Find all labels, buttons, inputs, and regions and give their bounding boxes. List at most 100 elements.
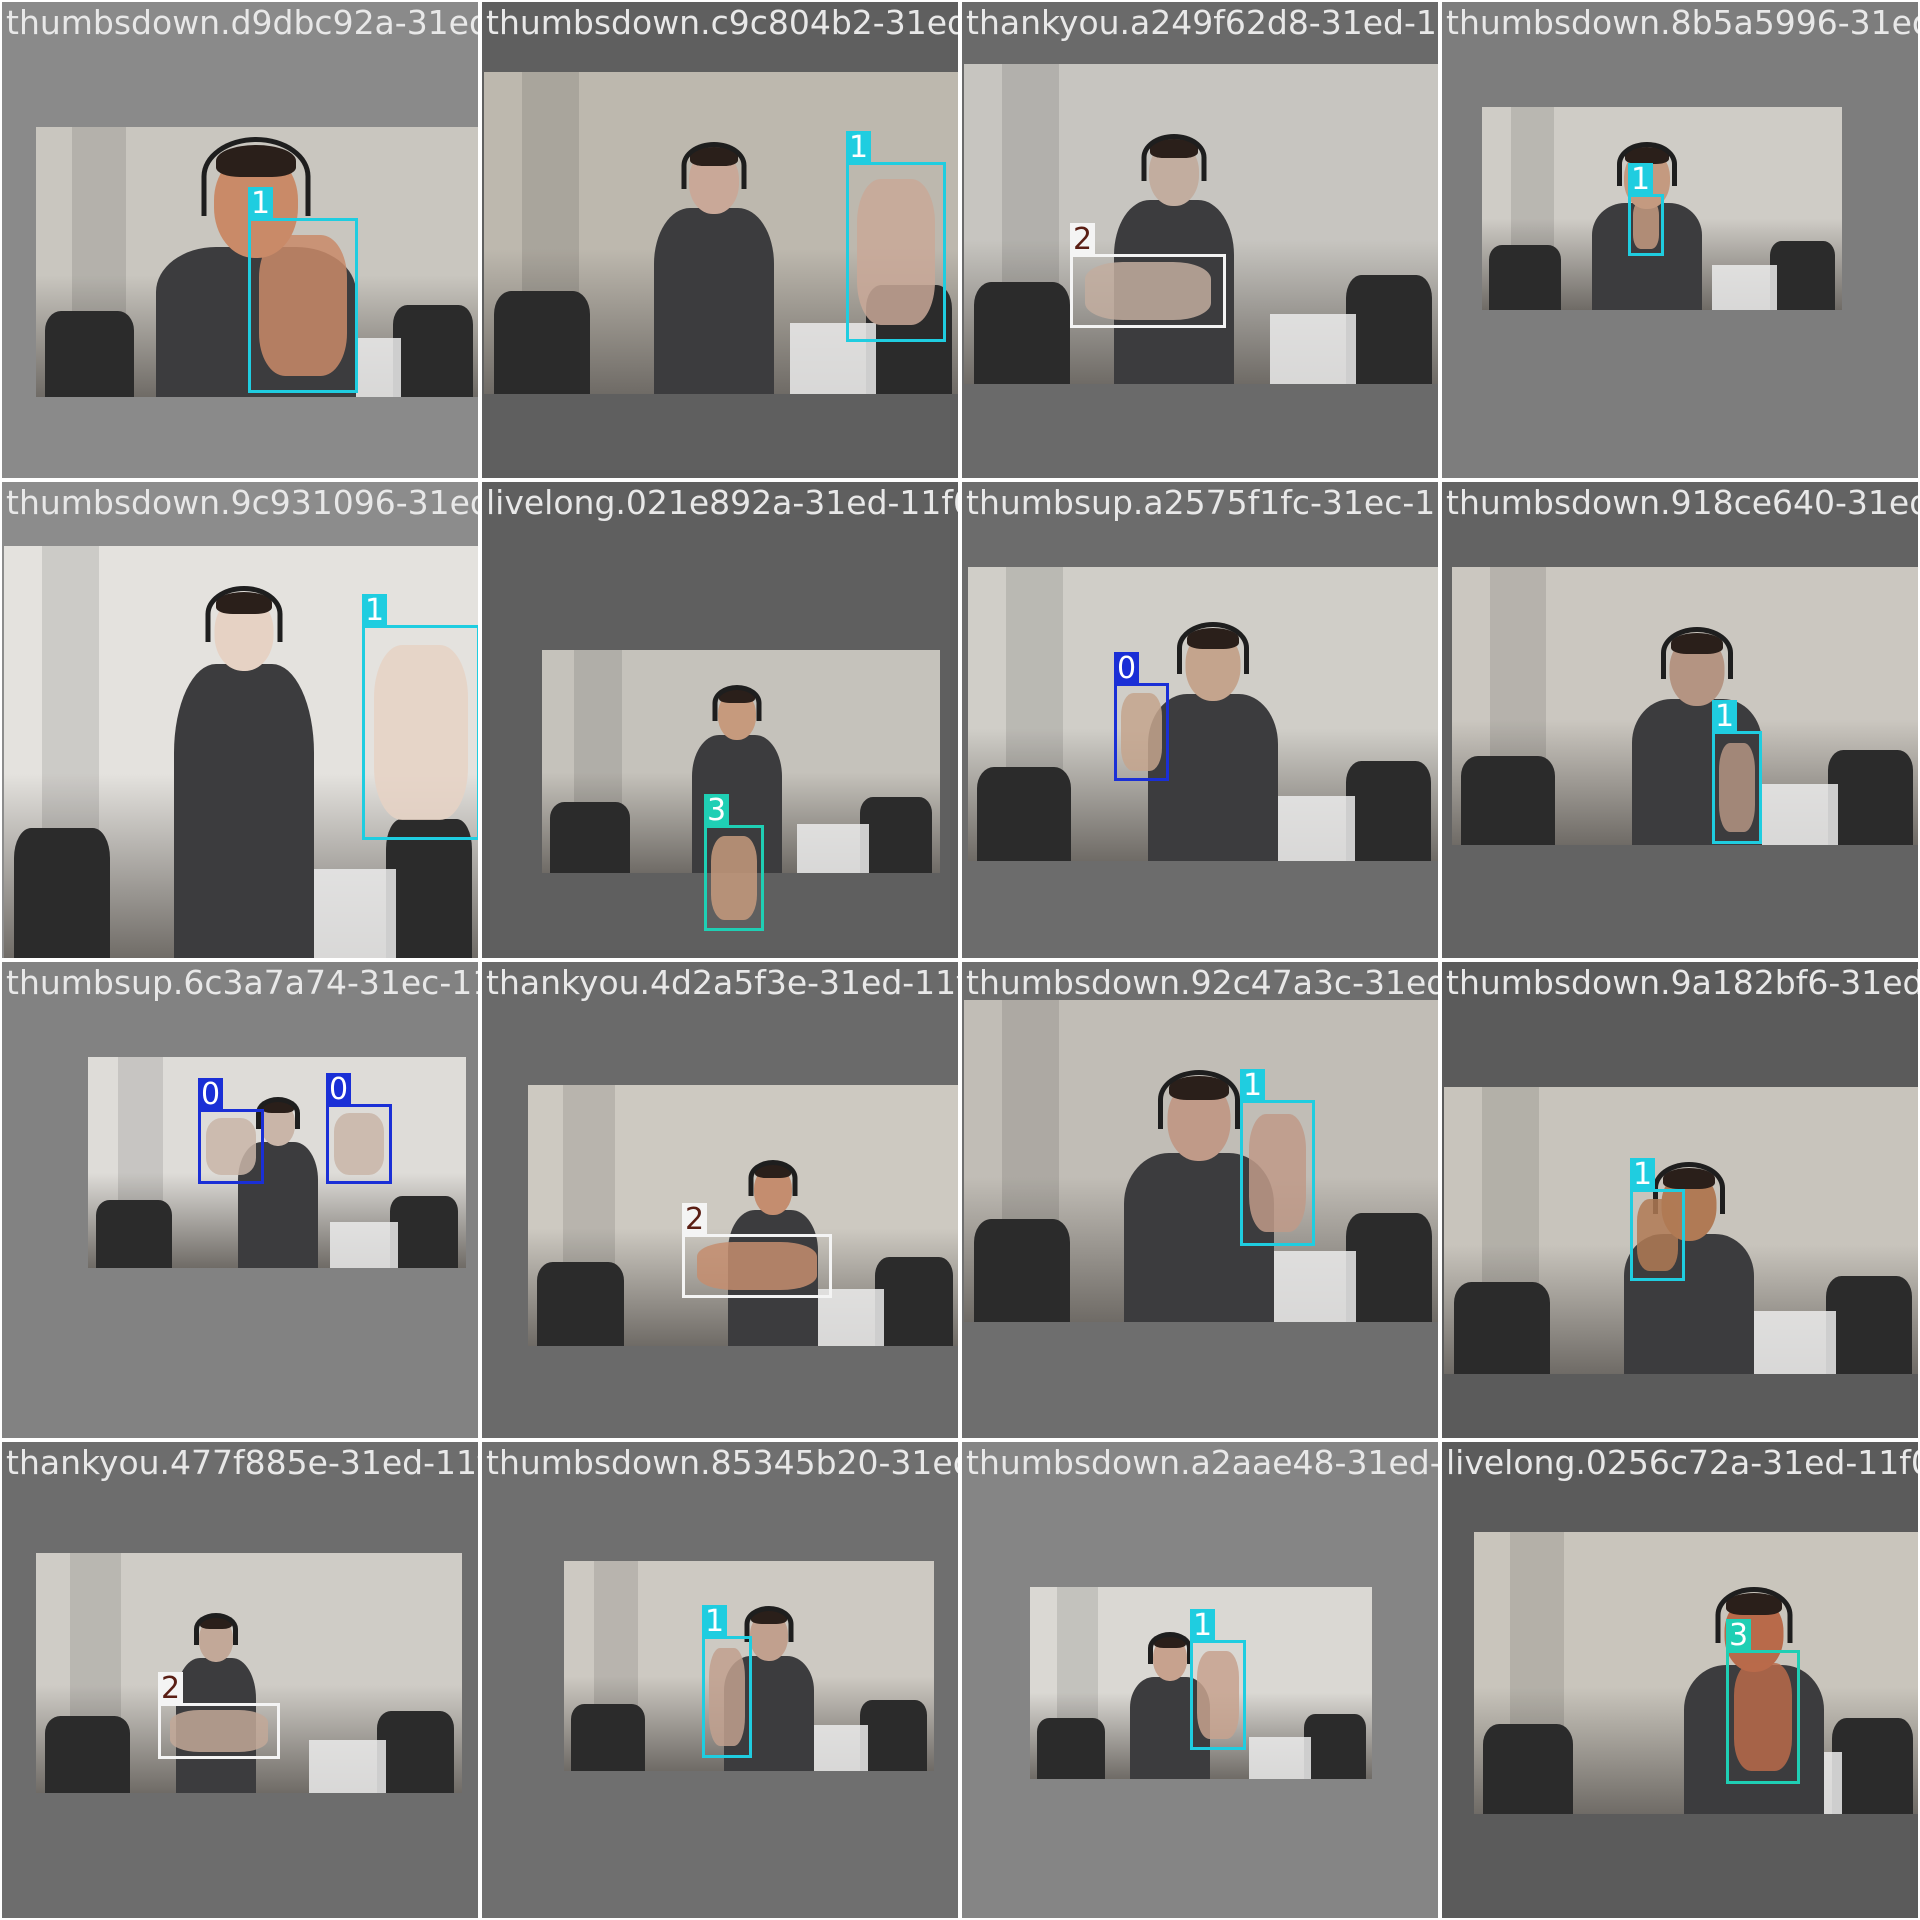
- chair: [45, 311, 134, 397]
- class-label: 1: [1240, 1069, 1266, 1103]
- detection-box: 0: [1114, 652, 1169, 781]
- chair: [96, 1200, 172, 1268]
- mosaic-tile: 0 thumbsup.a2575f1fc-31ec-11f0-a028-ca2a8…: [962, 482, 1438, 958]
- desk: [1753, 784, 1838, 845]
- detection-box: 2: [682, 1203, 832, 1298]
- chair: [1454, 1282, 1550, 1374]
- chair: [860, 1700, 927, 1771]
- headset-icon: [712, 685, 762, 721]
- detection-box: 0: [198, 1078, 264, 1184]
- hand-gesture: [1085, 262, 1211, 320]
- chair: [1483, 1724, 1573, 1814]
- hand-gesture: [856, 178, 936, 326]
- hand-gesture: [1734, 1663, 1792, 1771]
- mosaic-tile: 1 thumbsdown.918ce640-31ed-11f0-a028-ca2a…: [1442, 482, 1918, 958]
- chair: [537, 1262, 624, 1346]
- chair: [1037, 1718, 1105, 1779]
- desk: [1270, 796, 1355, 861]
- chair: [1304, 1714, 1366, 1779]
- desk: [1712, 265, 1777, 310]
- chair: [875, 1257, 953, 1346]
- hand-gesture: [708, 1648, 746, 1746]
- mosaic-tile: 2 thankyou.a249f62d8-31ed-11f0-a028-ca2a8…: [962, 2, 1438, 478]
- chair: [14, 828, 110, 958]
- chair: [977, 767, 1071, 861]
- detection-box: 1: [1712, 700, 1762, 844]
- detection-box: 1: [1628, 163, 1664, 256]
- mosaic-tile: 3 livelong.0256c72a-31ed-11f0-a028-ca2a8.…: [1442, 1442, 1918, 1918]
- mosaic-tile: 1 thumbsdown.d9dbc92a-31ed-11f0-a028-ca2a…: [2, 2, 478, 478]
- hand-gesture: [1120, 693, 1163, 771]
- image-filename-caption: thumbsdown.9c931096-31ed-11f0-a028-ca2a8…: [6, 483, 478, 522]
- mosaic-tile: 3 livelong.021e892a-31ed-11f0-a028-ca2a8.…: [482, 482, 958, 958]
- desk: [1270, 314, 1356, 384]
- chair: [974, 282, 1070, 384]
- image-grid: 1 thumbsdown.d9dbc92a-31ed-11f0-a028-ca2a…: [0, 0, 1920, 1920]
- detection-box: 2: [1070, 223, 1226, 328]
- hand-gesture: [333, 1112, 385, 1176]
- class-label: 2: [158, 1672, 184, 1706]
- chair: [377, 1711, 454, 1793]
- image-filename-caption: thumbsup.a2575f1fc-31ec-11f0-a028-ca2a8.…: [966, 483, 1438, 522]
- torso: [654, 208, 774, 394]
- hand-gesture: [696, 1241, 818, 1291]
- hand-gesture: [1633, 201, 1659, 249]
- chair: [1770, 241, 1835, 310]
- image-filename-caption: livelong.021e892a-31ed-11f0-a028-ca2a8..…: [486, 483, 958, 522]
- webcam-photo: [1474, 1532, 1918, 1814]
- chair: [390, 1196, 458, 1268]
- image-filename-caption: thankyou.4d2a5f3e-31ed-11f0-a028-ca2a8..…: [486, 963, 958, 1002]
- detection-box: 3: [704, 794, 764, 931]
- chair: [494, 291, 590, 394]
- class-label: 1: [702, 1605, 728, 1639]
- image-filename-caption: thumbsdown.918ce640-31ed-11f0-a028-ca2a8…: [1446, 483, 1918, 522]
- class-label: 2: [1070, 223, 1096, 257]
- image-filename-caption: thumbsdown.9a182bf6-31ed-11f0-a028-ca2a8…: [1446, 963, 1918, 1002]
- webcam-photo: [964, 64, 1438, 384]
- class-label: 0: [198, 1078, 224, 1112]
- mosaic-tile: 2 thankyou.477f885e-31ed-11f0-a028-ca2a8.…: [2, 1442, 478, 1918]
- class-label: 2: [682, 1203, 708, 1237]
- class-label: 1: [362, 594, 388, 628]
- detection-box: 0: [326, 1073, 392, 1184]
- class-label: 1: [1190, 1609, 1216, 1643]
- person: [174, 586, 314, 958]
- chair: [1346, 1213, 1432, 1322]
- webcam-photo: [1452, 567, 1918, 845]
- image-filename-caption: thumbsdown.92c47a3c-31ed-11f0-a028-ca2a8…: [966, 963, 1438, 1002]
- image-filename-caption: thumbsup.6c3a7a74-31ec-11f0-a028-ca2a8..…: [6, 963, 478, 1002]
- chair: [1826, 1276, 1912, 1374]
- image-filename-caption: thankyou.477f885e-31ed-11f0-a028-ca2a8..…: [6, 1443, 478, 1482]
- detection-box: 1: [248, 187, 358, 393]
- class-label: 0: [1114, 652, 1140, 686]
- detection-box: 1: [1190, 1609, 1246, 1750]
- detection-box: 1: [846, 131, 946, 342]
- webcam-photo: [528, 1085, 958, 1346]
- class-label: 1: [1630, 1158, 1656, 1192]
- class-label: 1: [1628, 163, 1654, 197]
- detection-box: 2: [158, 1672, 280, 1759]
- image-filename-caption: thankyou.a249f62d8-31ed-11f0-a028-ca2a8.…: [966, 3, 1438, 42]
- image-filename-caption: thumbsdown.d9dbc92a-31ed-11f0-a028-ca2a8…: [6, 3, 478, 42]
- image-filename-caption: thumbsdown.8b5a5996-31ed-11f0-a028-ca2a8…: [1446, 3, 1918, 42]
- desk: [1750, 1311, 1836, 1374]
- chair: [1489, 245, 1561, 310]
- class-label: 3: [1726, 1619, 1752, 1653]
- class-label: 1: [1712, 700, 1738, 734]
- headset-icon: [194, 1613, 238, 1645]
- mosaic-tile: 2 thankyou.4d2a5f3e-31ed-11f0-a028-ca2a8.…: [482, 962, 958, 1438]
- hand-gesture: [1248, 1114, 1307, 1232]
- detection-box: 1: [362, 594, 478, 840]
- mosaic-tile: 1 thumbsdown.85345b20-31ed-11f0-a028-ca2a…: [482, 1442, 958, 1918]
- class-label: 1: [248, 187, 274, 221]
- detection-box: 1: [702, 1605, 752, 1758]
- desk: [1249, 1737, 1311, 1779]
- mosaic-tile: 1 thumbsdown.9c931096-31ed-11f0-a028-ca2a…: [2, 482, 478, 958]
- chair: [1828, 750, 1913, 845]
- chair: [1461, 756, 1555, 845]
- detection-box: 1: [1630, 1158, 1685, 1281]
- desk: [1270, 1251, 1356, 1322]
- headset-icon: [1148, 1632, 1192, 1664]
- headset-icon: [1177, 622, 1249, 674]
- desk: [309, 1740, 386, 1793]
